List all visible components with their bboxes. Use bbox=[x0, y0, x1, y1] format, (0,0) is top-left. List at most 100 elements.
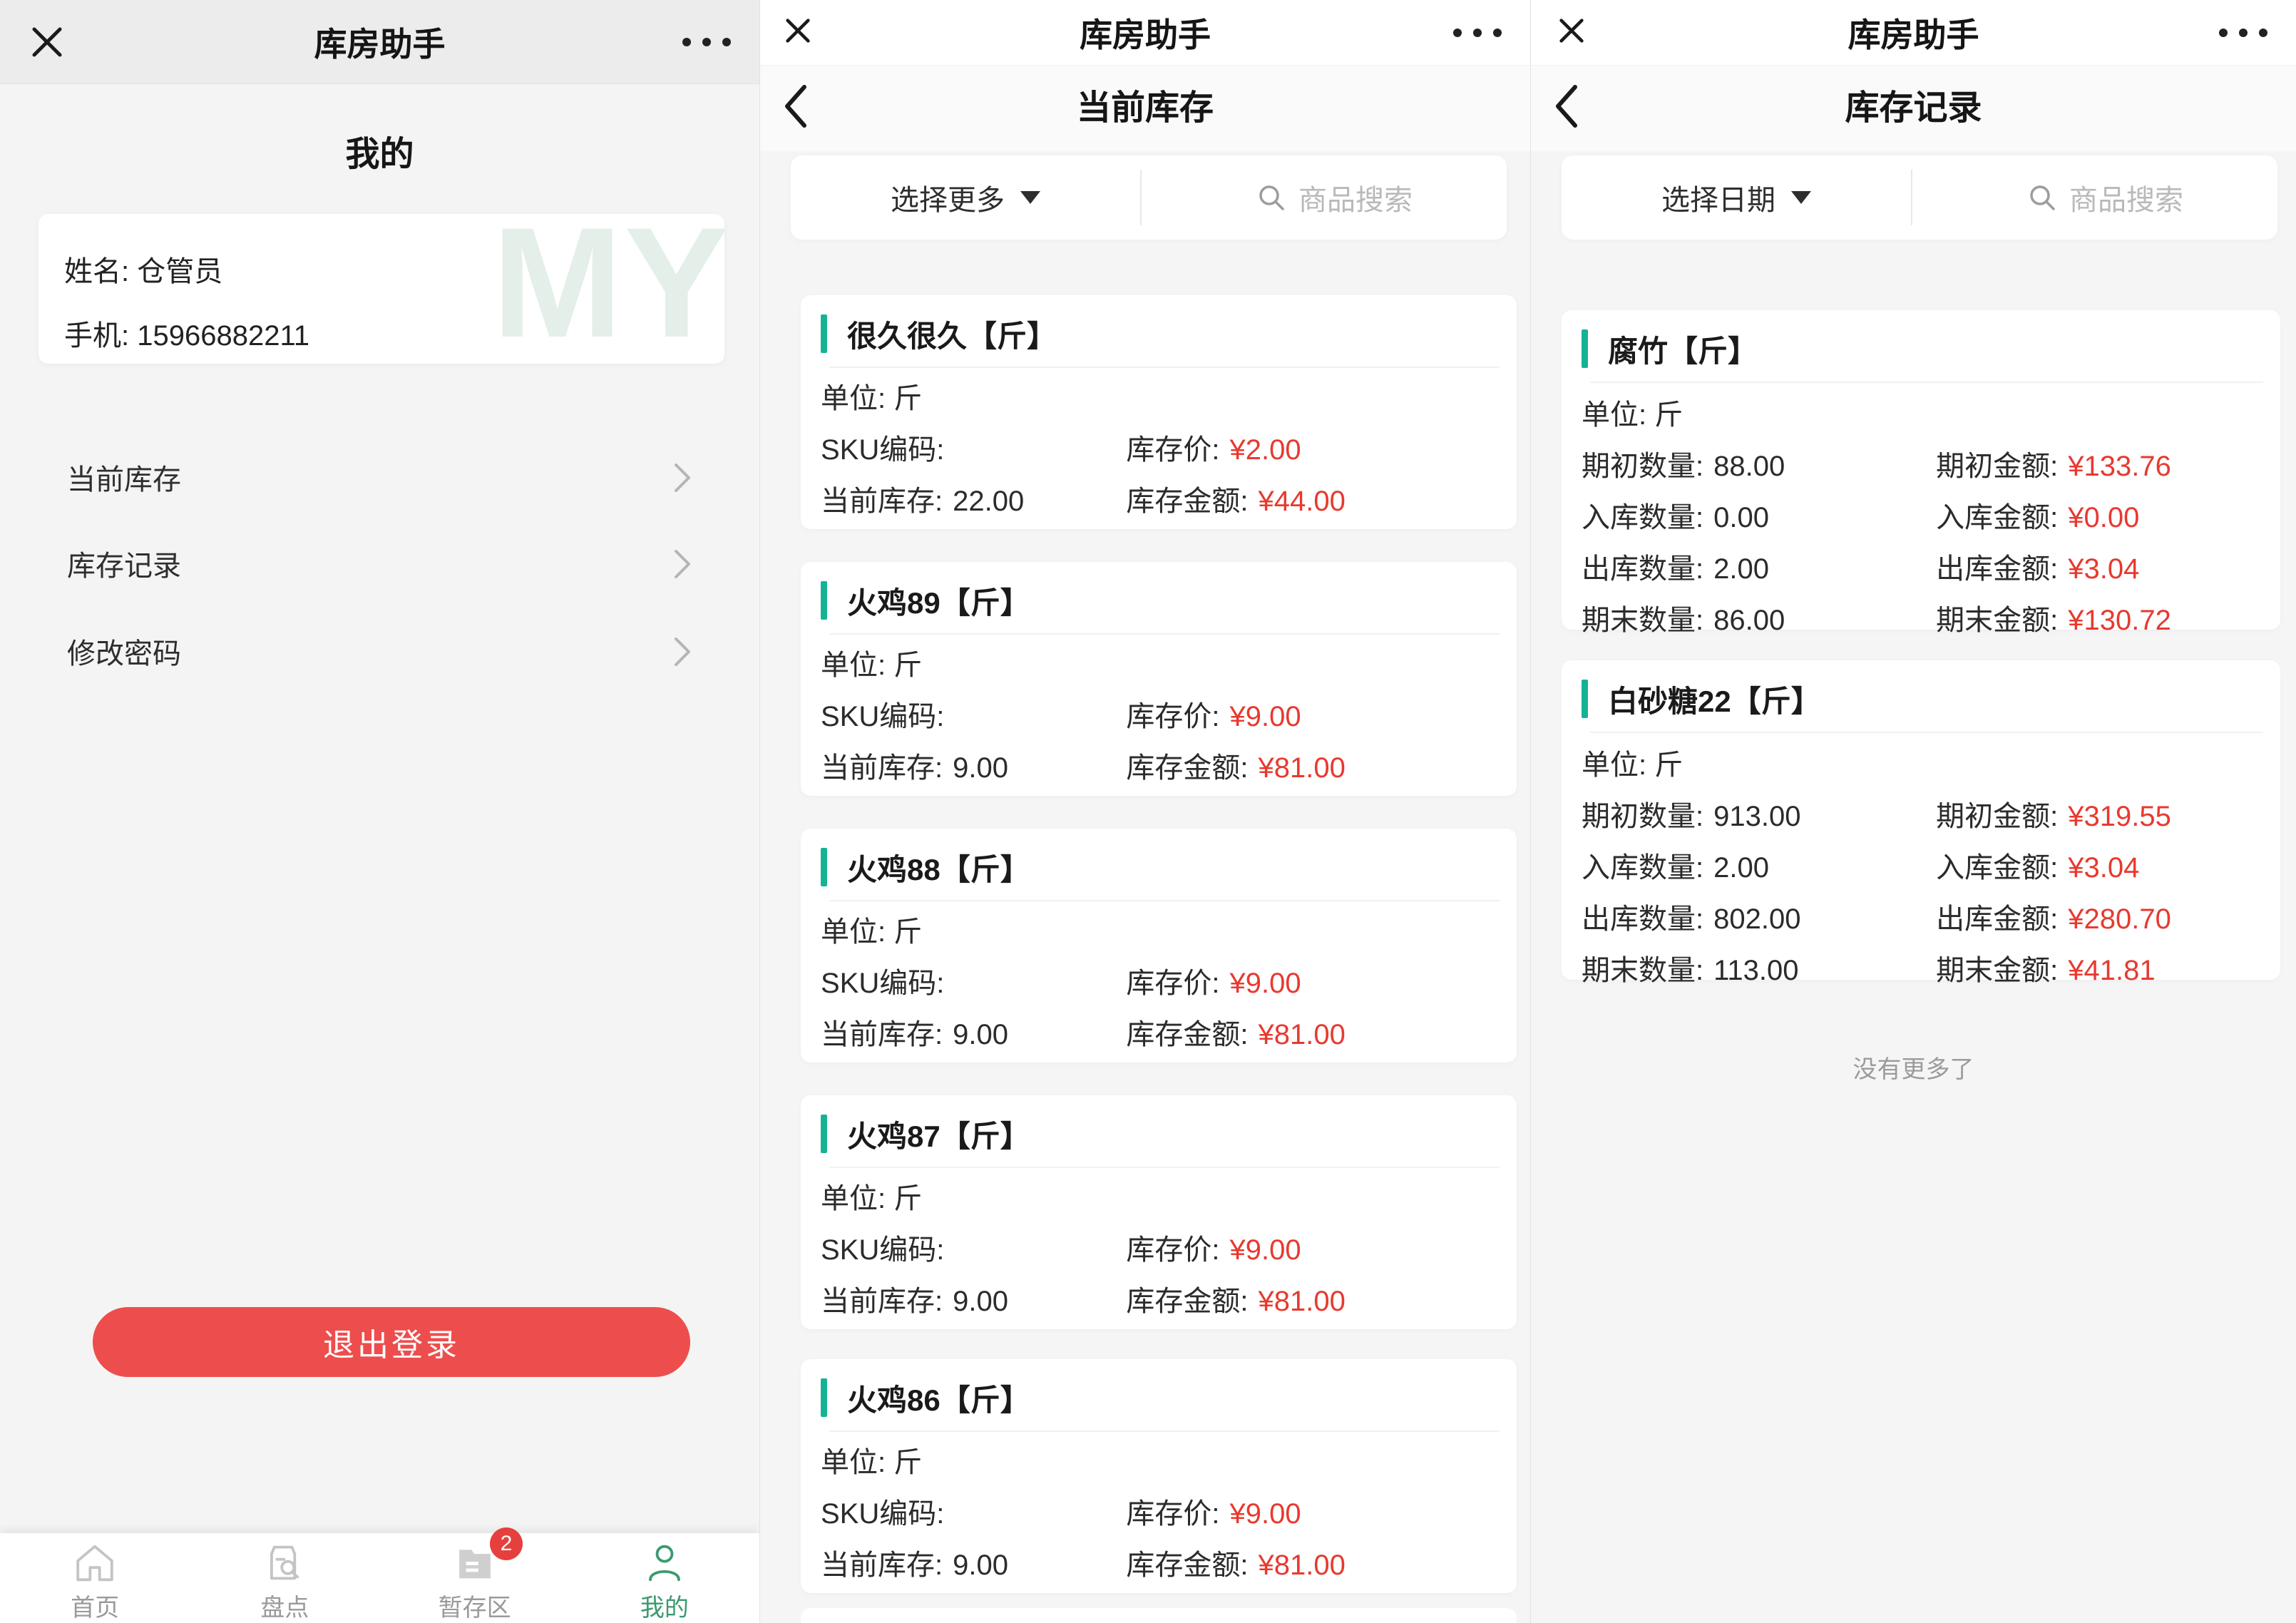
chevron-right-icon bbox=[673, 548, 692, 580]
amount-value: ¥81.00 bbox=[1259, 1550, 1346, 1582]
amt-label: 期末金额: bbox=[1936, 597, 2058, 638]
app-title: 库房助手 bbox=[1531, 9, 2296, 56]
stock-card[interactable]: 火鸡86【斤】 单位: 斤 SKU编码: 库存价:¥9.00 当前库存:9.00… bbox=[801, 1359, 1517, 1593]
profile-card: MY 姓名: 仓管员 手机: 15966882211 bbox=[39, 214, 724, 364]
more-menu-icon[interactable] bbox=[2219, 29, 2267, 37]
sku-label: SKU编码: bbox=[821, 1227, 944, 1268]
search-input[interactable]: 商品搜索 bbox=[1163, 155, 1507, 240]
nav-bar: 当前库存 bbox=[760, 66, 1530, 151]
page-title: 当前库存 bbox=[760, 66, 1530, 151]
profile-phone: 手机: 15966882211 bbox=[64, 312, 309, 354]
stock-card[interactable]: 火鸡88【斤】 单位: 斤 SKU编码: 库存价:¥9.00 当前库存:9.00… bbox=[801, 829, 1517, 1063]
qty-value: 113.00 bbox=[1713, 955, 1798, 987]
amount-label: 库存金额: bbox=[1126, 478, 1248, 519]
search-input[interactable]: 商品搜索 bbox=[1934, 155, 2277, 240]
screen-stock-records: 库房助手 库存记录 选择日期 商品搜索 腐 bbox=[1531, 0, 2296, 1623]
menu-item-stock-records[interactable]: 库存记录 bbox=[0, 538, 759, 588]
unit: 单位: 斤 bbox=[1582, 391, 1936, 433]
accent-bar bbox=[821, 1378, 827, 1417]
stock-card[interactable]: 很久很久【斤】 单位: 斤 SKU编码: 库存价:¥2.00 当前库存:22.0… bbox=[801, 295, 1517, 529]
staging-badge: 2 bbox=[490, 1527, 523, 1560]
divider bbox=[1140, 170, 1142, 225]
divider bbox=[829, 1430, 1500, 1432]
price-label: 库存价: bbox=[1126, 693, 1219, 734]
qty-value: 86.00 bbox=[1713, 605, 1785, 637]
search-icon bbox=[1257, 183, 1286, 212]
amt-value: ¥3.04 bbox=[2068, 852, 2139, 884]
tab-staging-area[interactable]: 2 暂存区 bbox=[380, 1533, 570, 1623]
record-card[interactable]: 腐竹【斤】 单位: 斤 期初数量:88.00 期初金额:¥133.76 入库数量… bbox=[1562, 310, 2280, 630]
search-placeholder: 商品搜索 bbox=[1298, 177, 1413, 218]
amt-label: 期初金额: bbox=[1936, 443, 2058, 484]
amount-value: ¥44.00 bbox=[1259, 486, 1346, 518]
stock-label: 当前库存: bbox=[821, 744, 943, 786]
filter-label: 选择日期 bbox=[1661, 177, 1775, 218]
divider bbox=[829, 633, 1500, 635]
stock-label: 当前库存: bbox=[821, 478, 943, 519]
app-header: 库房助手 bbox=[760, 0, 1530, 66]
stock-label: 当前库存: bbox=[821, 1011, 943, 1053]
unit: 单位: 斤 bbox=[821, 1175, 1126, 1217]
amt-label: 入库金额: bbox=[1936, 844, 2058, 886]
amt-value: ¥0.00 bbox=[2068, 502, 2139, 534]
date-filter-dropdown[interactable]: 选择日期 bbox=[1562, 155, 1911, 240]
sku-label: SKU编码: bbox=[821, 1490, 944, 1532]
search-icon bbox=[2028, 183, 2056, 212]
chevron-right-icon bbox=[673, 636, 692, 667]
tab-home[interactable]: 首页 bbox=[0, 1533, 190, 1623]
product-name: 很久很久【斤】 bbox=[847, 312, 1057, 356]
menu-label: 修改密码 bbox=[67, 630, 181, 672]
amt-value: ¥280.70 bbox=[2068, 903, 2171, 936]
product-name: 火鸡86【斤】 bbox=[847, 1376, 1030, 1420]
search-placeholder: 商品搜索 bbox=[2069, 177, 2183, 218]
qty-label: 期初数量: bbox=[1582, 443, 1703, 484]
product-name: 火鸡88【斤】 bbox=[847, 846, 1030, 889]
product-name: 火鸡89【斤】 bbox=[847, 579, 1030, 623]
amt-value: ¥319.55 bbox=[2068, 801, 2171, 833]
divider bbox=[829, 1167, 1500, 1168]
price-label: 库存价: bbox=[1126, 1227, 1219, 1268]
qty-value: 2.00 bbox=[1713, 553, 1769, 585]
divider bbox=[829, 900, 1500, 901]
qty-label: 入库数量: bbox=[1582, 494, 1703, 536]
menu-label: 库存记录 bbox=[67, 543, 181, 584]
amount-value: ¥81.00 bbox=[1259, 1286, 1346, 1318]
more-menu-icon[interactable] bbox=[1453, 29, 1502, 37]
inventory-check-icon bbox=[261, 1542, 308, 1584]
more-menu-icon[interactable] bbox=[682, 38, 731, 46]
qty-value: 802.00 bbox=[1713, 903, 1800, 936]
product-name: 白砂糖22【斤】 bbox=[1608, 677, 1821, 721]
divider bbox=[1590, 382, 2263, 383]
amount-label: 库存金额: bbox=[1126, 1011, 1248, 1053]
sku-label: SKU编码: bbox=[821, 693, 944, 734]
menu-item-change-password[interactable]: 修改密码 bbox=[0, 626, 759, 676]
tab-label: 盘点 bbox=[260, 1588, 309, 1623]
sku-label: SKU编码: bbox=[821, 960, 944, 1001]
stock-value: 9.00 bbox=[953, 1019, 1008, 1051]
tab-profile[interactable]: 我的 bbox=[570, 1533, 759, 1623]
qty-value: 88.00 bbox=[1713, 451, 1785, 483]
tab-label: 我的 bbox=[640, 1588, 689, 1623]
filter-label: 选择更多 bbox=[891, 177, 1005, 218]
person-icon bbox=[641, 1542, 688, 1584]
accent-bar bbox=[1582, 680, 1588, 718]
stock-card[interactable]: 火鸡89【斤】 单位: 斤 SKU编码: 库存价:¥9.00 当前库存:9.00… bbox=[801, 562, 1517, 796]
record-card[interactable]: 白砂糖22【斤】 单位: 斤 期初数量:913.00 期初金额:¥319.55 … bbox=[1562, 660, 2280, 980]
filter-dropdown[interactable]: 选择更多 bbox=[791, 155, 1140, 240]
price-label: 库存价: bbox=[1126, 960, 1219, 1001]
price-value: ¥9.00 bbox=[1230, 1234, 1301, 1266]
product-name: 火鸡87【斤】 bbox=[847, 1112, 1030, 1156]
divider bbox=[1590, 732, 2263, 733]
qty-value: 913.00 bbox=[1713, 801, 1800, 833]
qty-label: 期末数量: bbox=[1582, 947, 1703, 988]
screen-current-stock: 库房助手 当前库存 选择更多 商品搜索 很 bbox=[759, 0, 1531, 1623]
chevron-right-icon bbox=[673, 462, 692, 493]
home-icon bbox=[71, 1542, 118, 1584]
tab-inventory-check[interactable]: 盘点 bbox=[190, 1533, 379, 1623]
qty-value: 2.00 bbox=[1713, 852, 1769, 884]
profile-name: 姓名: 仓管员 bbox=[64, 248, 222, 290]
logout-button[interactable]: 退出登录 bbox=[93, 1307, 690, 1377]
menu-item-current-stock[interactable]: 当前库存 bbox=[0, 452, 759, 502]
app-title: 库房助手 bbox=[760, 9, 1530, 56]
stock-card[interactable]: 火鸡87【斤】 单位: 斤 SKU编码: 库存价:¥9.00 当前库存:9.00… bbox=[801, 1095, 1517, 1329]
